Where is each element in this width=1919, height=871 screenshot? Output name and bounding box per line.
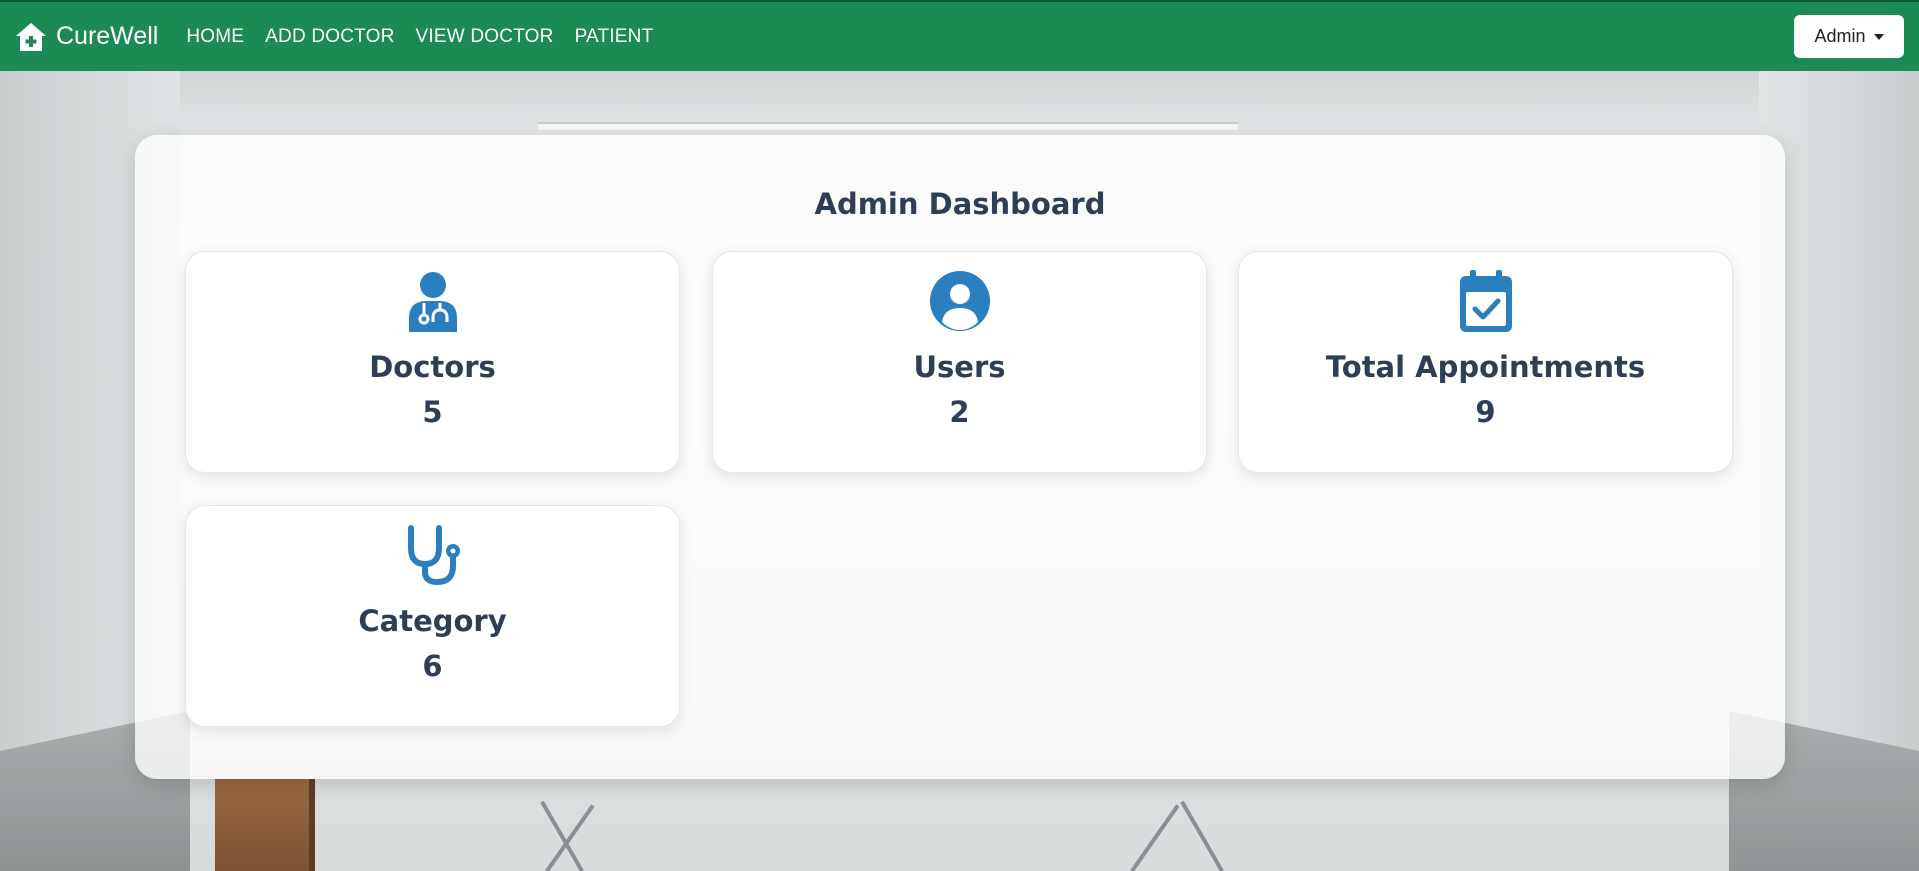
- background-chair-leg: [545, 804, 595, 871]
- stethoscope-icon: [407, 525, 460, 586]
- nav-link-patient[interactable]: PATIENT: [575, 26, 654, 48]
- background-ceiling-light: [538, 122, 1238, 130]
- stat-label: Total Appointments: [1325, 350, 1646, 384]
- dashboard-panel: Admin Dashboard Doctors 5 Users 2 Total …: [135, 135, 1785, 779]
- stat-label: Users: [913, 350, 1006, 384]
- top-navbar: CureWell HOME ADD DOCTOR VIEW DOCTOR PAT…: [0, 0, 1919, 71]
- nav-link-add-doctor[interactable]: ADD DOCTOR: [265, 26, 394, 48]
- chevron-down-icon: [1873, 33, 1884, 40]
- background-door: [215, 779, 315, 871]
- stat-card-users[interactable]: Users 2: [712, 251, 1207, 473]
- nav-link-home[interactable]: HOME: [186, 26, 244, 48]
- stat-card-total-appointments[interactable]: Total Appointments 9: [1238, 251, 1733, 473]
- house-medical-icon: [16, 22, 46, 51]
- stat-count: 9: [1475, 395, 1496, 429]
- stat-card-doctors[interactable]: Doctors 5: [185, 251, 680, 473]
- stat-count: 6: [422, 649, 443, 683]
- stat-label: Doctors: [369, 350, 496, 384]
- page-title: Admin Dashboard: [814, 187, 1106, 221]
- background-chair-leg: [1130, 804, 1180, 871]
- background-chair-leg: [540, 800, 584, 871]
- background-ceiling: [0, 71, 1919, 141]
- user-circle-icon: [929, 271, 990, 331]
- brand-name: CureWell: [56, 22, 159, 50]
- stat-count: 2: [949, 395, 970, 429]
- admin-dropdown-button[interactable]: Admin: [1794, 15, 1904, 58]
- stat-count: 5: [422, 395, 443, 429]
- brand-logo[interactable]: CureWell: [14, 20, 158, 54]
- nav-link-view-doctor[interactable]: VIEW DOCTOR: [416, 26, 554, 48]
- admin-dropdown-label: Admin: [1814, 26, 1866, 46]
- background-chair-leg: [1180, 800, 1224, 871]
- doctor-icon: [408, 272, 457, 332]
- stat-label: Category: [358, 604, 507, 638]
- calendar-check-icon: [1459, 270, 1512, 332]
- stat-card-category[interactable]: Category 6: [185, 505, 680, 727]
